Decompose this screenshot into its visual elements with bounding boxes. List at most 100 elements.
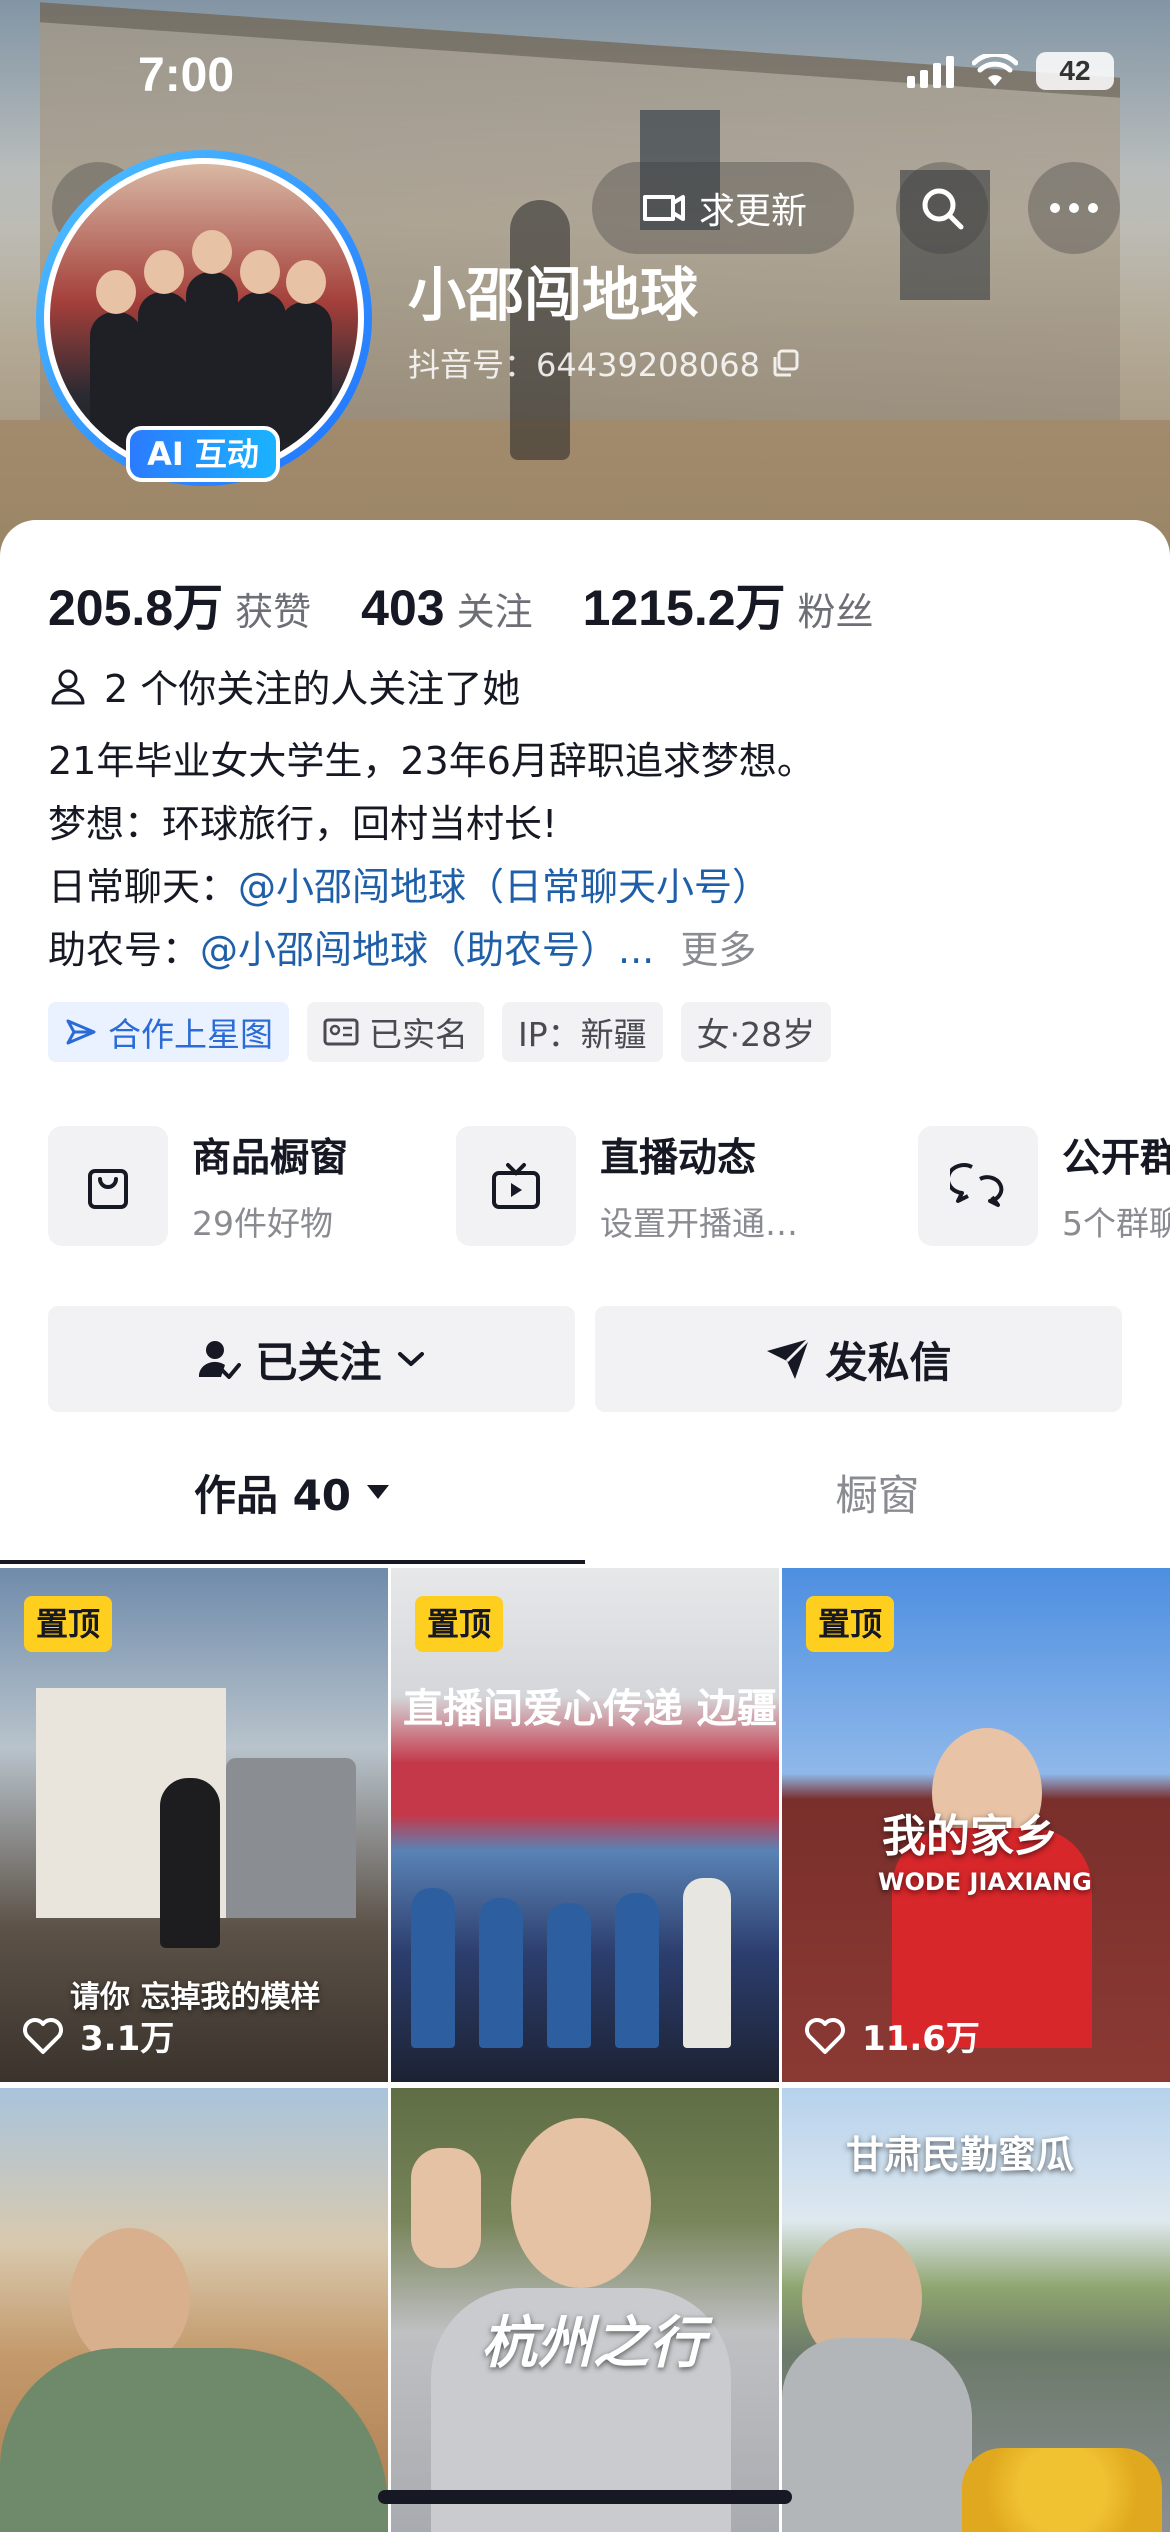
grey-hoodie <box>782 2338 972 2532</box>
profile-name: 小邵闯地球 <box>408 261 699 329</box>
star-map-icon <box>66 1019 96 1045</box>
feature-subtitle: 29件好物 <box>192 1204 333 1243</box>
like-count: 11.6万 <box>804 2011 980 2060</box>
person-face <box>511 2118 651 2288</box>
bio-prefix: 助农号： <box>48 928 201 972</box>
shopping-bag-icon <box>48 1126 168 1246</box>
tag-label: 已实名 <box>369 1015 468 1054</box>
bio-line: 助农号：@小邵闯地球（助农号）... 更多 <box>48 919 1128 982</box>
bio-mention-link[interactable]: @小邵闯地球（助农号）... <box>200 928 654 972</box>
bio-line: 日常聊天：@小邵闯地球（日常聊天小号） <box>48 856 1128 919</box>
truck-cab <box>226 1758 356 1918</box>
video-caption: 我的家乡 <box>882 1811 1058 1862</box>
video-thumbnail[interactable]: 甘肃民勤蜜瓜 <box>782 2088 1170 2532</box>
person-face <box>70 2228 190 2368</box>
douyin-id-text: 抖音号：64439208068 <box>408 346 760 384</box>
video-caption-secondary: WODE JIAXIANG <box>878 1868 1092 1896</box>
like-count: 3.1万 <box>22 2011 174 2060</box>
mutual-followers-text: 2 个你关注的人关注了她 <box>104 667 521 711</box>
person-icon <box>51 669 85 704</box>
more-dots-icon <box>1050 203 1098 213</box>
pinned-badge: 置顶 <box>806 1596 895 1652</box>
bio: 21年毕业女大学生，23年6月辞职追求梦想。 梦想：环球旅行，回村当村长! 日常… <box>48 730 1128 982</box>
tag-ip-location: IP：新疆 <box>502 1002 663 1062</box>
request-update-button[interactable]: 求更新 <box>592 162 854 254</box>
feature-subtitle: 设置开播通… <box>600 1204 798 1243</box>
stat-number: 205.8万 <box>48 580 224 636</box>
heart-icon <box>805 2017 845 2054</box>
search-button[interactable] <box>896 162 988 254</box>
tag-label: 女·28岁 <box>696 1015 816 1054</box>
feature-title: 公开群 <box>1062 1136 1170 1181</box>
cellular-signal-icon <box>907 54 954 88</box>
search-icon <box>922 188 964 230</box>
request-update-icon <box>642 195 685 221</box>
bio-line: 21年毕业女大学生，23年6月辞职追求梦想。 <box>48 739 815 783</box>
tag-gender-age: 女·28岁 <box>680 1002 832 1062</box>
stat-label: 获赞 <box>235 590 312 634</box>
video-caption: 请你 忘掉我的模样 <box>70 1980 321 2015</box>
bio-line: 梦想：环球旅行，回村当村长! <box>48 802 558 846</box>
feature-live-updates[interactable]: 直播动态 设置开播通… <box>456 1124 798 1248</box>
video-thumbnail[interactable]: 我的家乡 WODE JIAXIANG 置顶 11.6万 <box>782 1568 1170 2082</box>
profile-actions: 已关注 发私信 <box>48 1306 1122 1412</box>
paper-plane-icon <box>767 1337 811 1379</box>
profile-tags: 合作上星图 已实名 IP：新疆 女·28岁 <box>48 1002 832 1062</box>
stat-label: 关注 <box>456 590 533 634</box>
douyin-id[interactable]: 抖音号：64439208068 <box>408 340 800 386</box>
pinned-badge: 置顶 <box>24 1596 113 1652</box>
request-update-label: 求更新 <box>698 191 807 232</box>
video-caption: 杭州之行 <box>481 2311 705 2376</box>
feature-title: 直播动态 <box>600 1136 757 1181</box>
stat-likes[interactable]: 205.8万 获赞 <box>48 568 311 640</box>
battery-icon: 42 <box>1036 52 1114 90</box>
tag-label: 合作上星图 <box>108 1015 273 1054</box>
heart-icon <box>23 2017 63 2054</box>
status-icons: 42 <box>907 52 1114 90</box>
like-count-text: 3.1万 <box>80 2019 175 2059</box>
tag-verified-real-name[interactable]: 已实名 <box>307 1002 484 1062</box>
person-check-icon <box>199 1341 242 1379</box>
stat-label: 粉丝 <box>797 590 874 634</box>
tag-star-map-cooperation[interactable]: 合作上星图 <box>48 1002 289 1062</box>
bio-mention-link[interactable]: @小邵闯地球（日常聊天小号） <box>238 865 770 909</box>
feature-subtitle: 5个群聊 <box>1062 1204 1170 1243</box>
video-thumbnail[interactable]: 杭州之行 <box>391 2088 779 2532</box>
send-message-button[interactable]: 发私信 <box>595 1306 1122 1412</box>
tab-shop-window[interactable]: 橱窗 <box>585 1420 1170 1564</box>
followed-button[interactable]: 已关注 <box>48 1306 575 1412</box>
profile-stats: 205.8万 获赞 403 关注 1215.2万 粉丝 <box>48 568 874 640</box>
ai-interact-badge[interactable]: AI 互动 <box>126 426 280 482</box>
feature-shop-window[interactable]: 商品橱窗 29件好物 <box>48 1124 348 1248</box>
video-grid: 请你 忘掉我的模样 置顶 3.1万 直播间爱心传递 边疆 置顶 我的家乡 WOD… <box>0 1568 1170 2532</box>
stat-number: 1215.2万 <box>582 580 786 636</box>
copy-icon[interactable] <box>770 348 800 378</box>
status-time: 7:00 <box>138 49 235 102</box>
tag-label: IP：新疆 <box>518 1015 647 1054</box>
bio-prefix: 日常聊天： <box>48 865 239 909</box>
waving-hand <box>411 2148 481 2268</box>
feature-title: 商品橱窗 <box>192 1136 349 1181</box>
home-indicator <box>378 2490 792 2504</box>
stat-followers[interactable]: 1215.2万 粉丝 <box>583 568 874 640</box>
followed-label: 已关注 <box>255 1337 382 1387</box>
stat-following[interactable]: 403 关注 <box>361 579 532 637</box>
like-count-text: 11.6万 <box>862 2019 980 2059</box>
feature-entries: 商品橱窗 29件好物 直播动态 设置开播通… 公开群 5个群聊 <box>48 1124 1170 1248</box>
profile-tabs: 作品 40 橱窗 <box>0 1420 1170 1564</box>
banner-text: 直播间爱心传递 边疆 <box>403 1686 777 1732</box>
video-thumbnail[interactable]: 请你 忘掉我的模样 置顶 3.1万 <box>0 1568 388 2082</box>
mutual-followers[interactable]: 2 个你关注的人关注了她 <box>48 658 520 713</box>
person-figure <box>160 1778 220 1948</box>
feature-public-groups[interactable]: 公开群 5个群聊 <box>918 1124 1170 1248</box>
caret-down-icon <box>367 1485 390 1499</box>
video-thumbnail[interactable] <box>0 2088 388 2532</box>
tab-works[interactable]: 作品 40 <box>0 1420 585 1564</box>
video-thumbnail[interactable]: 直播间爱心传递 边疆 置顶 <box>391 1568 779 2082</box>
wifi-icon <box>972 54 1018 86</box>
bio-more-link[interactable]: 更多 <box>680 928 756 972</box>
video-caption: 甘肃民勤蜜瓜 <box>846 2133 1075 2177</box>
tv-icon <box>456 1126 576 1246</box>
melon-pile <box>962 2448 1162 2532</box>
more-options-button[interactable] <box>1028 162 1120 254</box>
